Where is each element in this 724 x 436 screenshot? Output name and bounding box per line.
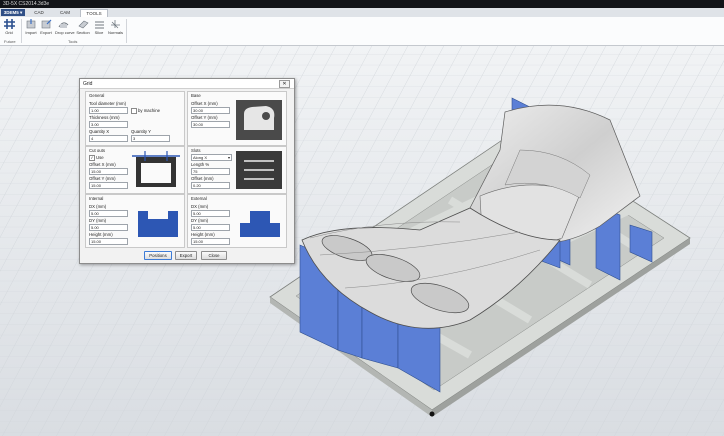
quantity-y-label: Quantity Y bbox=[131, 129, 151, 134]
base-offset-y-label: Offset Y (mm) bbox=[191, 115, 218, 120]
tools-group-label: Tools bbox=[68, 39, 78, 44]
base-offset-x-label: Offset X (mm) bbox=[191, 101, 218, 106]
import-icon bbox=[26, 19, 35, 29]
thickness-label: Thickness (mm) bbox=[89, 115, 120, 120]
cutouts-offset-y-input[interactable]: 15.00 bbox=[89, 182, 128, 189]
drop-curve-label: Drop curve bbox=[55, 30, 75, 35]
grid-button-label: Grid bbox=[5, 30, 13, 35]
slots-offset-input[interactable]: 0.20 bbox=[191, 182, 230, 189]
origin-marker bbox=[429, 411, 435, 417]
cutouts-heading: Cut outs bbox=[89, 148, 106, 153]
by-machine-label: by machine bbox=[138, 108, 160, 113]
slice-label: Slice bbox=[94, 30, 104, 35]
import-label: Import bbox=[25, 30, 37, 35]
by-machine-checkbox[interactable] bbox=[131, 108, 137, 114]
grid-icon bbox=[3, 19, 15, 29]
export-button[interactable]: Export bbox=[39, 18, 53, 38]
internal-heading: Internal bbox=[89, 196, 104, 201]
internal-dx-input[interactable]: 5.00 bbox=[89, 210, 128, 217]
internal-height-input[interactable]: 15.00 bbox=[89, 238, 128, 245]
window-title: 3D-5X CS2014.3d3e bbox=[3, 1, 50, 7]
close-icon[interactable]: ✕ bbox=[279, 80, 290, 88]
internal-panel: Internal DX (mm) 5.00 DY (mm) 5.00 Heigh… bbox=[85, 194, 185, 248]
external-dx-label: DX (mm) bbox=[191, 204, 209, 209]
cutouts-panel: Cut outs ✓ Use Offset X (mm) 15.00 Offse… bbox=[85, 146, 185, 194]
slots-length-label: Length % bbox=[191, 162, 210, 167]
external-height-input[interactable]: 15.00 bbox=[191, 238, 230, 245]
base-heading: Base bbox=[191, 93, 201, 98]
tab-cad[interactable]: CAD bbox=[29, 9, 49, 16]
external-dy-label: DY (mm) bbox=[191, 218, 209, 223]
slots-direction-value: Along X bbox=[193, 155, 208, 160]
cutouts-offset-y-label: Offset Y (mm) bbox=[89, 176, 116, 181]
normals-label: Normals bbox=[108, 30, 123, 35]
base-offset-x-input[interactable]: 30.00 bbox=[191, 107, 230, 114]
title-bar: 3D-5X CS2014.3d3e bbox=[0, 0, 724, 8]
quantity-y-input[interactable]: 3 bbox=[131, 135, 170, 142]
internal-dy-label: DY (mm) bbox=[89, 218, 107, 223]
export-dialog-button[interactable]: Export bbox=[175, 251, 197, 260]
tab-cam[interactable]: CAM bbox=[55, 9, 75, 16]
slots-direction-select[interactable]: Along X ▾ bbox=[191, 154, 232, 161]
dialog-title: Grid bbox=[83, 81, 93, 87]
quantity-x-input[interactable]: 4 bbox=[89, 135, 128, 142]
app-menu-label: 3DEM5 bbox=[3, 10, 19, 15]
slots-panel: Slots Along X ▾ Length % 75 Offset (mm) 0… bbox=[187, 146, 287, 194]
external-dy-input[interactable]: 5.00 bbox=[191, 224, 230, 231]
future-group-label: Future bbox=[4, 39, 16, 44]
tab-tools[interactable]: TOOLS bbox=[80, 9, 108, 17]
internal-dy-input[interactable]: 5.00 bbox=[89, 224, 128, 231]
slots-preview-image bbox=[236, 151, 282, 189]
grid-button[interactable]: Grid bbox=[2, 18, 16, 38]
external-heading: External bbox=[191, 196, 207, 201]
app-menu-button[interactable]: 3DEM5 ▾ bbox=[1, 9, 25, 16]
normals-button[interactable]: Normals bbox=[107, 18, 124, 38]
slice-button[interactable]: Slice bbox=[92, 18, 106, 38]
slots-length-input[interactable]: 75 bbox=[191, 168, 230, 175]
slice-icon bbox=[94, 21, 104, 29]
slots-offset-label: Offset (mm) bbox=[191, 176, 214, 181]
tool-diameter-input[interactable]: 1.00 bbox=[89, 107, 128, 114]
section-button[interactable]: Section bbox=[76, 18, 90, 38]
section-icon bbox=[77, 20, 89, 29]
thickness-input[interactable]: 3.00 bbox=[89, 121, 128, 128]
ribbon-separator bbox=[21, 19, 22, 43]
internal-height-label: Height (mm) bbox=[89, 232, 113, 237]
normals-icon bbox=[111, 20, 120, 29]
external-dx-input[interactable]: 5.00 bbox=[191, 210, 230, 217]
base-offset-y-input[interactable]: 30.00 bbox=[191, 121, 230, 128]
external-panel: External DX (mm) 5.00 DY (mm) 5.00 Heigh… bbox=[187, 194, 287, 248]
dialog-title-bar[interactable]: Grid ✕ bbox=[80, 79, 294, 89]
tool-diameter-label: Tool diameter (mm) bbox=[89, 101, 127, 106]
cutouts-preview-image bbox=[132, 151, 180, 187]
base-panel: Base Offset X (mm) 30.00 Offset Y (mm) 3… bbox=[187, 91, 287, 146]
grid-dialog: Grid ✕ General Tool diameter (mm) 1.00 b… bbox=[79, 78, 295, 264]
drop-curve-icon bbox=[58, 22, 69, 28]
close-button[interactable]: Close bbox=[201, 251, 227, 260]
cutouts-offset-x-input[interactable]: 15.00 bbox=[89, 168, 128, 175]
ribbon: Grid Future Import Export Drop curve Sec… bbox=[0, 17, 724, 46]
ribbon-separator bbox=[126, 19, 127, 43]
export-icon bbox=[41, 19, 51, 29]
use-cutouts-label: Use bbox=[96, 155, 104, 160]
chevron-down-icon: ▾ bbox=[18, 10, 23, 15]
export-label: Export bbox=[40, 30, 52, 35]
import-button[interactable]: Import bbox=[24, 18, 38, 38]
base-preview-image bbox=[236, 100, 282, 140]
internal-preview-image bbox=[138, 211, 178, 237]
external-preview-image bbox=[240, 211, 280, 237]
use-cutouts-checkbox[interactable]: ✓ bbox=[89, 155, 95, 161]
section-label: Section bbox=[76, 30, 90, 35]
chevron-down-icon: ▾ bbox=[227, 155, 230, 160]
quantity-x-label: Quantity X bbox=[89, 129, 110, 134]
cutouts-offset-x-label: Offset X (mm) bbox=[89, 162, 116, 167]
external-height-label: Height (mm) bbox=[191, 232, 215, 237]
internal-dx-label: DX (mm) bbox=[89, 204, 107, 209]
slots-heading: Slots bbox=[191, 148, 201, 153]
general-panel: General Tool diameter (mm) 1.00 by machi… bbox=[85, 91, 185, 146]
positions-button[interactable]: Positions bbox=[144, 251, 172, 260]
drop-curve-button[interactable]: Drop curve bbox=[55, 18, 75, 38]
general-heading: General bbox=[89, 93, 105, 98]
